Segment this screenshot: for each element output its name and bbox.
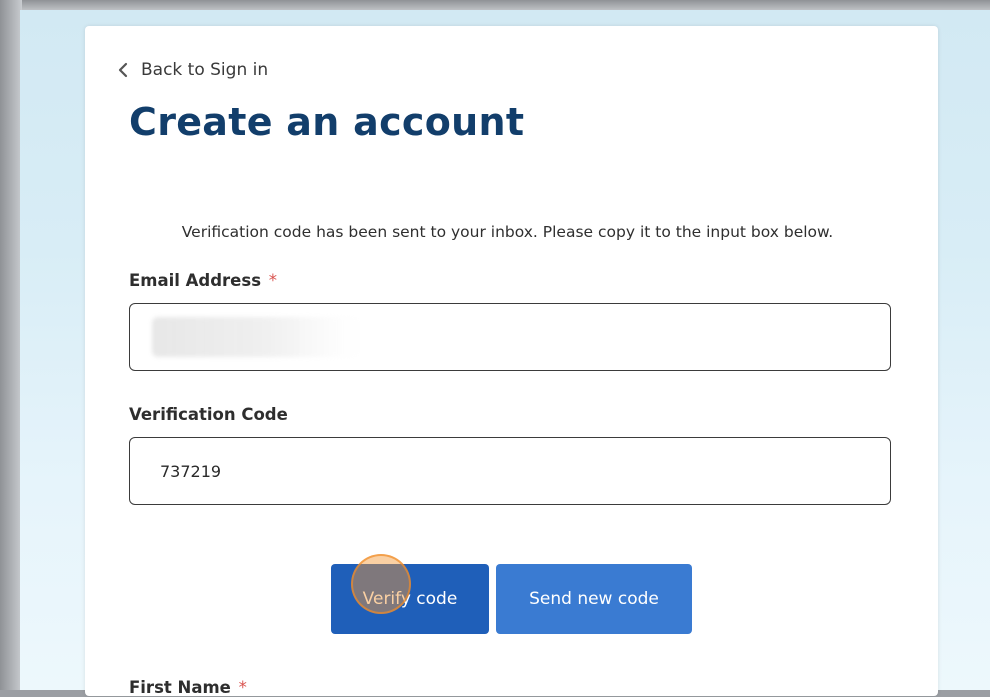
verification-code-label: Verification Code [129, 405, 288, 424]
click-indicator [351, 554, 411, 614]
email-label: Email Address * [129, 271, 277, 290]
window-shadow-left [0, 0, 22, 690]
back-to-sign-in-link[interactable]: Back to Sign in [117, 58, 268, 82]
email-label-text: Email Address [129, 271, 262, 290]
first-name-required-marker: * [238, 678, 247, 697]
first-name-label-text: First Name [129, 678, 231, 697]
verification-code-input[interactable] [129, 437, 891, 505]
first-name-label: First Name * [129, 678, 247, 697]
chevron-left-icon [118, 62, 128, 78]
send-new-code-button[interactable]: Send new code [496, 564, 692, 634]
verification-instructions: Verification code has been sent to your … [181, 223, 834, 241]
email-required-marker: * [268, 271, 278, 290]
page-title: Create an account [129, 100, 525, 144]
back-link-label: Back to Sign in [141, 60, 269, 80]
signup-card: Back to Sign in Create an account Verifi… [85, 26, 938, 697]
redacted-email-value [152, 317, 362, 357]
